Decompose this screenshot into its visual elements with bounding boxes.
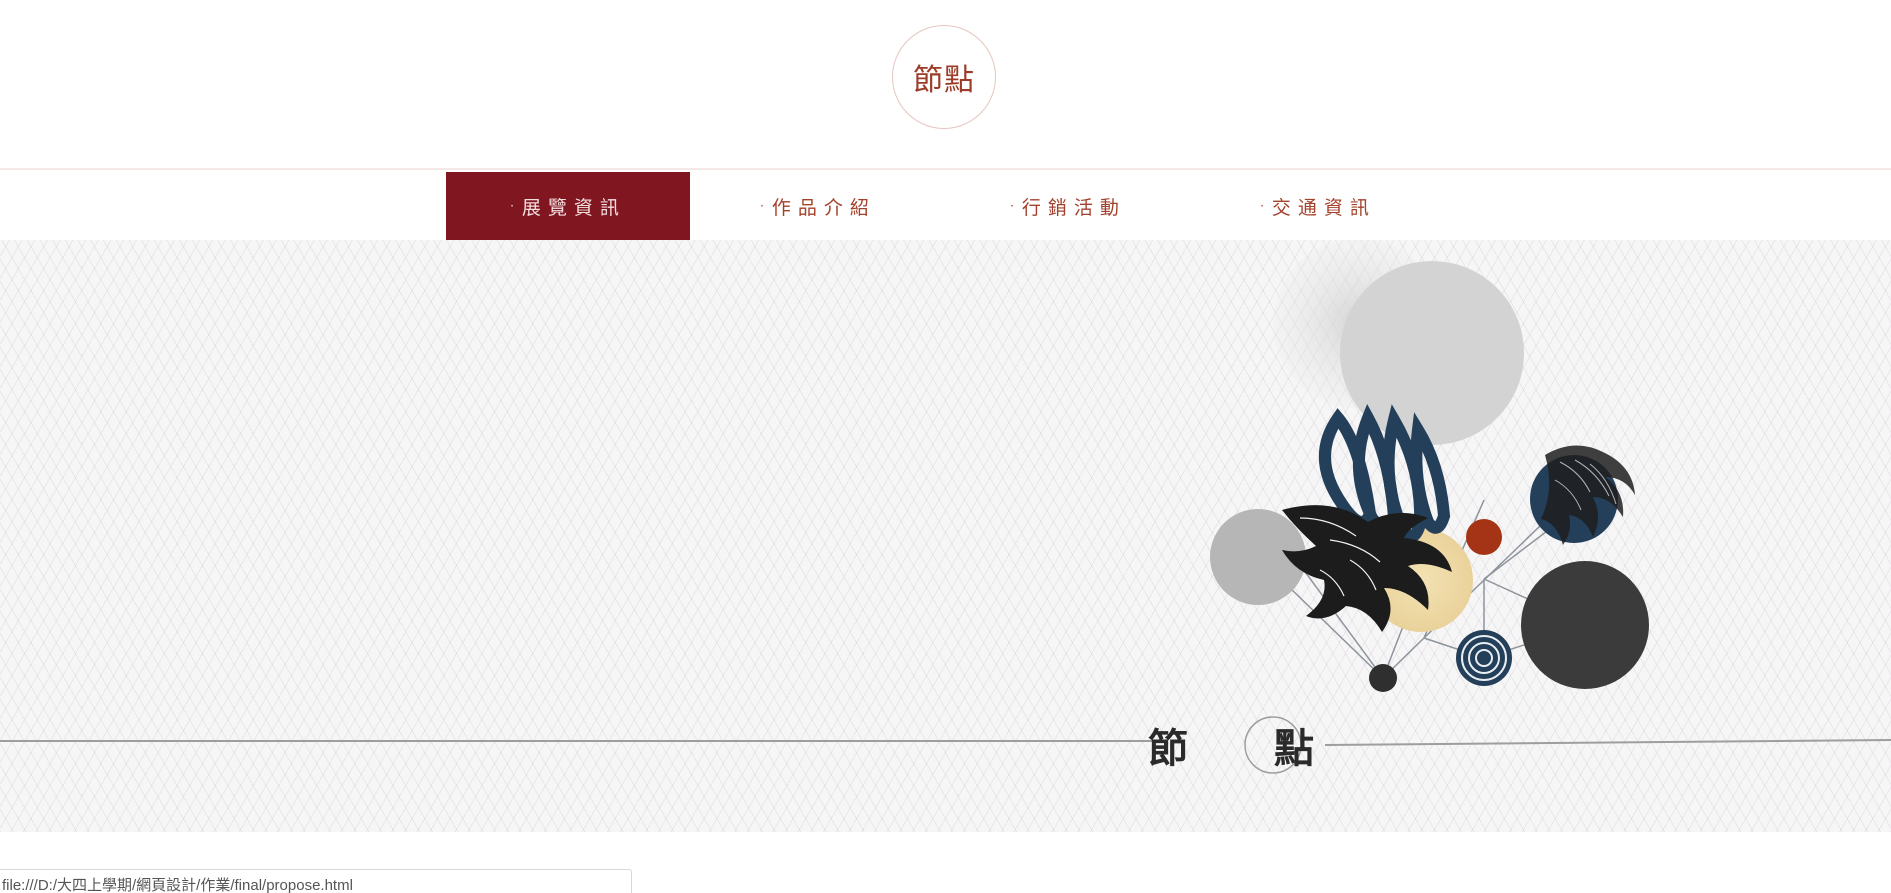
nav-bullet: · bbox=[1010, 199, 1014, 213]
nav-item-exhibition-info[interactable]: · 展覽資訊 bbox=[446, 172, 690, 240]
nav-item-works[interactable]: · 作品介紹 bbox=[696, 172, 940, 240]
blue-swirl bbox=[1456, 630, 1512, 686]
nav-item-label: 交通資訊 bbox=[1271, 196, 1376, 219]
main-nav: · 展覽資訊 · 作品介紹 · 行銷活動 · 交通資訊 bbox=[0, 168, 1891, 240]
nav-bullet: · bbox=[760, 199, 764, 213]
small-dark-circle bbox=[1369, 664, 1397, 692]
nav-item-label: 展覽資訊 bbox=[521, 196, 626, 219]
nav-item-label: 作品介紹 bbox=[771, 196, 876, 219]
site-header: 節點 bbox=[0, 0, 1891, 168]
hero-banner: 節 點 bbox=[0, 240, 1891, 832]
hero-title-char-2: 點 bbox=[1274, 725, 1314, 772]
site-logo[interactable]: 節點 bbox=[892, 25, 996, 129]
logo-text: 節點 bbox=[913, 63, 975, 98]
orange-node bbox=[1466, 519, 1502, 555]
nav-item-label: 行銷活動 bbox=[1021, 196, 1126, 219]
nav-item-marketing[interactable]: · 行銷活動 bbox=[946, 172, 1190, 240]
nav-item-transport[interactable]: · 交通資訊 bbox=[1196, 172, 1440, 240]
hero-title-char-1: 節 bbox=[1148, 725, 1188, 772]
status-bar-url: file:///D:/大四上學期/網頁設計/作業/final/propose.h… bbox=[0, 869, 632, 893]
page: 節點 · 展覽資訊 · 作品介紹 · 行銷活動 · 交通資訊 節 點 file:… bbox=[0, 0, 1891, 893]
hero-baseline-right bbox=[1324, 739, 1891, 746]
nav-bullet: · bbox=[510, 199, 514, 213]
dark-circle bbox=[1521, 561, 1649, 689]
hero-illustration bbox=[0, 240, 1891, 774]
nav-bullet: · bbox=[1260, 199, 1264, 213]
